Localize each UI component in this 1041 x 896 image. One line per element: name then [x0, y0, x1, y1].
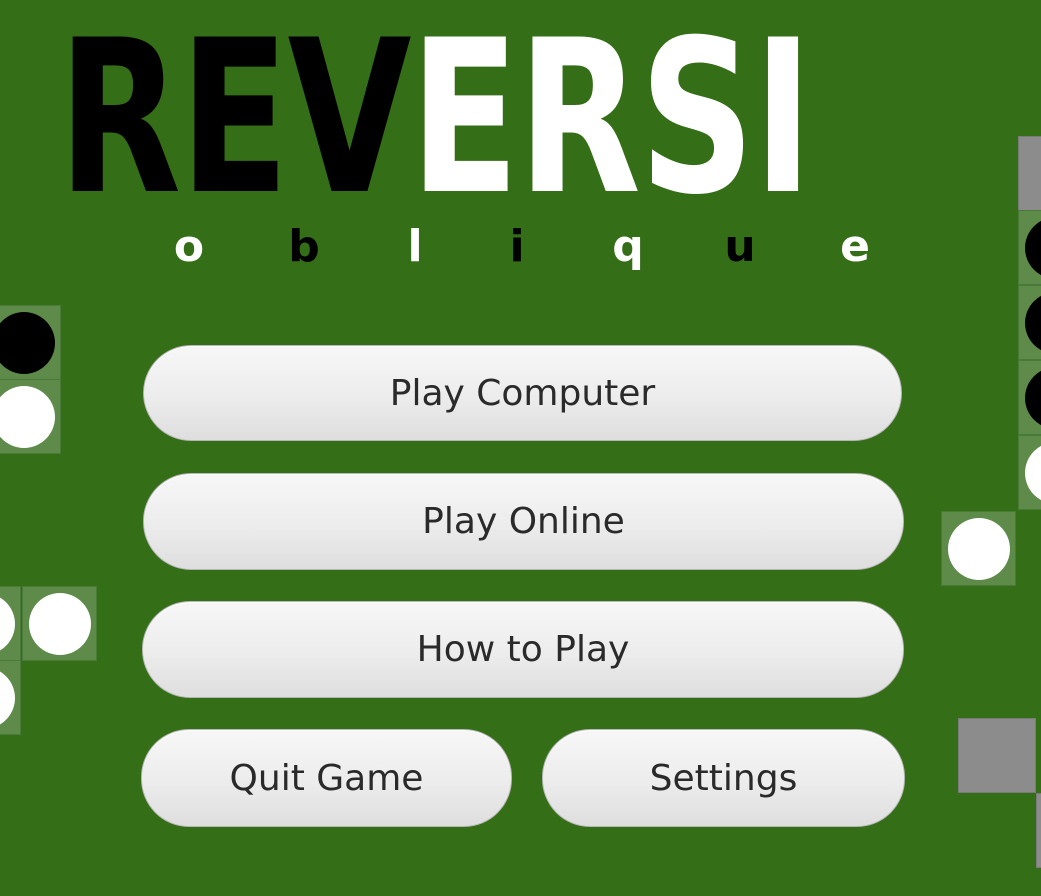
board-tile	[1018, 360, 1041, 435]
white-disc-icon	[0, 385, 55, 448]
board-tile	[0, 305, 61, 380]
subtitle-letter: e	[840, 221, 870, 272]
game-title: REVERSI	[58, 12, 813, 224]
board-tile	[0, 379, 61, 454]
settings-button[interactable]: Settings	[542, 729, 905, 827]
board-tile	[0, 660, 21, 735]
black-disc-icon	[1024, 291, 1041, 354]
board-tile	[22, 586, 97, 661]
how-to-play-button[interactable]: How to Play	[142, 601, 904, 698]
board-tile	[1018, 285, 1041, 360]
white-disc-icon	[947, 517, 1010, 580]
empty-gray-tile	[958, 718, 1036, 793]
subtitle-letter: b	[288, 221, 320, 272]
subtitle-letter: l	[407, 221, 423, 272]
title-light-part: ERSI	[409, 0, 813, 241]
subtitle-letter: u	[724, 221, 756, 272]
board-tile	[0, 586, 21, 661]
play-online-button[interactable]: Play Online	[143, 473, 904, 570]
empty-gray-tile	[1036, 793, 1041, 868]
empty-gray-tile	[1018, 136, 1041, 211]
white-disc-icon	[28, 592, 91, 655]
game-subtitle: o b l i q u e	[0, 222, 1041, 272]
subtitle-letter: o	[173, 221, 205, 272]
title-dark-part: REV	[58, 0, 411, 241]
board-tile	[941, 511, 1016, 586]
main-menu-screen: REVERSI o b l i q u e Play Computer Play…	[0, 0, 1041, 896]
white-disc-icon	[0, 666, 15, 729]
quit-game-button[interactable]: Quit Game	[141, 729, 512, 827]
black-disc-icon	[0, 311, 55, 374]
black-disc-icon	[1024, 366, 1041, 429]
board-tile	[1018, 435, 1041, 510]
subtitle-letter: q	[612, 221, 644, 272]
white-disc-icon	[1024, 441, 1041, 504]
play-computer-button[interactable]: Play Computer	[143, 345, 902, 441]
subtitle-letter: i	[509, 221, 525, 272]
white-disc-icon	[0, 592, 15, 655]
